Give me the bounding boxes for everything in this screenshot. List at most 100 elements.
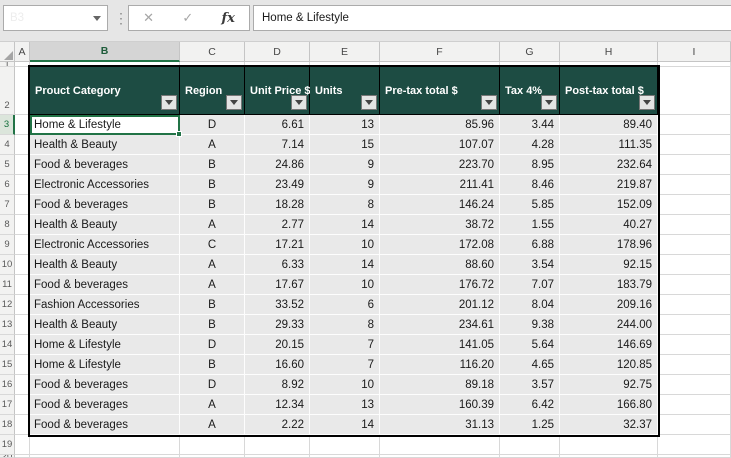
row-header-16[interactable]: 16 [0, 375, 15, 395]
cell-H6[interactable]: 219.87 [560, 175, 658, 195]
cell-H9[interactable]: 178.96 [560, 235, 658, 255]
cell-G14[interactable]: 5.64 [500, 335, 560, 355]
cell-D18[interactable]: 2.22 [245, 415, 310, 435]
row-header-5[interactable]: 5 [0, 155, 15, 175]
row-header-18[interactable]: 18 [0, 415, 15, 435]
cell-F6[interactable]: 211.41 [380, 175, 500, 195]
cell-A11[interactable] [15, 275, 30, 295]
name-box[interactable]: B3 [3, 5, 108, 31]
cell-H18[interactable]: 32.37 [560, 415, 658, 435]
cell-E13[interactable]: 8 [310, 315, 380, 335]
column-header-A[interactable]: A [15, 42, 30, 62]
table-header-cell-B2[interactable]: Prouct Category [30, 67, 180, 115]
cell-E7[interactable]: 8 [310, 195, 380, 215]
cell-B11[interactable]: Food & beverages [30, 275, 180, 295]
cell-F18[interactable]: 31.13 [380, 415, 500, 435]
cell-A3[interactable] [15, 115, 30, 135]
column-header-G[interactable]: G [500, 42, 560, 62]
cell-B3[interactable]: Home & Lifestyle [30, 115, 180, 135]
row-header-9[interactable]: 9 [0, 235, 15, 255]
cell-I14[interactable] [658, 335, 731, 355]
cell-F13[interactable]: 234.61 [380, 315, 500, 335]
cell-B6[interactable]: Electronic Accessories [30, 175, 180, 195]
cell-I11[interactable] [658, 275, 731, 295]
cell-H5[interactable]: 232.64 [560, 155, 658, 175]
cell-G16[interactable]: 3.57 [500, 375, 560, 395]
cell-H19[interactable] [560, 435, 658, 455]
cell-C17[interactable]: A [180, 395, 245, 415]
cell-D14[interactable]: 20.15 [245, 335, 310, 355]
cell-F3[interactable]: 85.96 [380, 115, 500, 135]
cell-H7[interactable]: 152.09 [560, 195, 658, 215]
cell-B14[interactable]: Home & Lifestyle [30, 335, 180, 355]
cell-I8[interactable] [658, 215, 731, 235]
table-header-cell-G2[interactable]: Tax 4% [500, 67, 560, 115]
cell-G9[interactable]: 6.88 [500, 235, 560, 255]
cell-I10[interactable] [658, 255, 731, 275]
row-header-17[interactable]: 17 [0, 395, 15, 415]
cell-C16[interactable]: D [180, 375, 245, 395]
enter-button[interactable]: ✓ [182, 10, 193, 26]
filter-dropdown-button-4[interactable] [481, 95, 497, 110]
cancel-button[interactable]: ✕ [143, 10, 154, 26]
cell-C11[interactable]: A [180, 275, 245, 295]
row-header-3[interactable]: 3 [0, 115, 15, 135]
filter-dropdown-button-1[interactable] [226, 95, 242, 110]
cell-B5[interactable]: Food & beverages [30, 155, 180, 175]
cell-D19[interactable] [245, 435, 310, 455]
cell-I9[interactable] [658, 235, 731, 255]
cell-F4[interactable]: 107.07 [380, 135, 500, 155]
cell-E18[interactable]: 14 [310, 415, 380, 435]
cell-A2[interactable] [15, 67, 30, 115]
cell-I13[interactable] [658, 315, 731, 335]
cell-G15[interactable]: 4.65 [500, 355, 560, 375]
cell-B15[interactable]: Home & Lifestyle [30, 355, 180, 375]
row-header-10[interactable]: 10 [0, 255, 15, 275]
cell-F12[interactable]: 201.12 [380, 295, 500, 315]
cell-G17[interactable]: 6.42 [500, 395, 560, 415]
row-header-2[interactable]: 2 [0, 67, 15, 115]
cell-D5[interactable]: 24.86 [245, 155, 310, 175]
filter-dropdown-button-5[interactable] [541, 95, 557, 110]
cell-C8[interactable]: A [180, 215, 245, 235]
cell-E11[interactable]: 10 [310, 275, 380, 295]
insert-function-button[interactable]: fx [222, 11, 235, 26]
cell-C5[interactable]: B [180, 155, 245, 175]
table-header-cell-E2[interactable]: Units [310, 67, 380, 115]
cell-H14[interactable]: 146.69 [560, 335, 658, 355]
cell-A16[interactable] [15, 375, 30, 395]
row-header-13[interactable]: 13 [0, 315, 15, 335]
cell-E16[interactable]: 10 [310, 375, 380, 395]
cell-C4[interactable]: A [180, 135, 245, 155]
cell-I6[interactable] [658, 175, 731, 195]
cell-H3[interactable]: 89.40 [560, 115, 658, 135]
cell-G8[interactable]: 1.55 [500, 215, 560, 235]
cell-I3[interactable] [658, 115, 731, 135]
row-header-7[interactable]: 7 [0, 195, 15, 215]
row-header-8[interactable]: 8 [0, 215, 15, 235]
cell-E9[interactable]: 10 [310, 235, 380, 255]
cell-G7[interactable]: 5.85 [500, 195, 560, 215]
cell-C14[interactable]: D [180, 335, 245, 355]
cell-B12[interactable]: Fashion Accessories [30, 295, 180, 315]
cell-F5[interactable]: 223.70 [380, 155, 500, 175]
cell-I16[interactable] [658, 375, 731, 395]
cell-I15[interactable] [658, 355, 731, 375]
cell-I18[interactable] [658, 415, 731, 435]
cell-H15[interactable]: 120.85 [560, 355, 658, 375]
cell-H11[interactable]: 183.79 [560, 275, 658, 295]
cell-G13[interactable]: 9.38 [500, 315, 560, 335]
cell-E6[interactable]: 9 [310, 175, 380, 195]
cell-I5[interactable] [658, 155, 731, 175]
cell-B18[interactable]: Food & beverages [30, 415, 180, 435]
cell-C7[interactable]: B [180, 195, 245, 215]
cell-G18[interactable]: 1.25 [500, 415, 560, 435]
cell-A9[interactable] [15, 235, 30, 255]
cell-E10[interactable]: 14 [310, 255, 380, 275]
cell-A6[interactable] [15, 175, 30, 195]
cell-B13[interactable]: Health & Beauty [30, 315, 180, 335]
cell-E8[interactable]: 14 [310, 215, 380, 235]
cell-F15[interactable]: 116.20 [380, 355, 500, 375]
row-header-19[interactable]: 19 [0, 435, 15, 455]
cell-H16[interactable]: 92.75 [560, 375, 658, 395]
